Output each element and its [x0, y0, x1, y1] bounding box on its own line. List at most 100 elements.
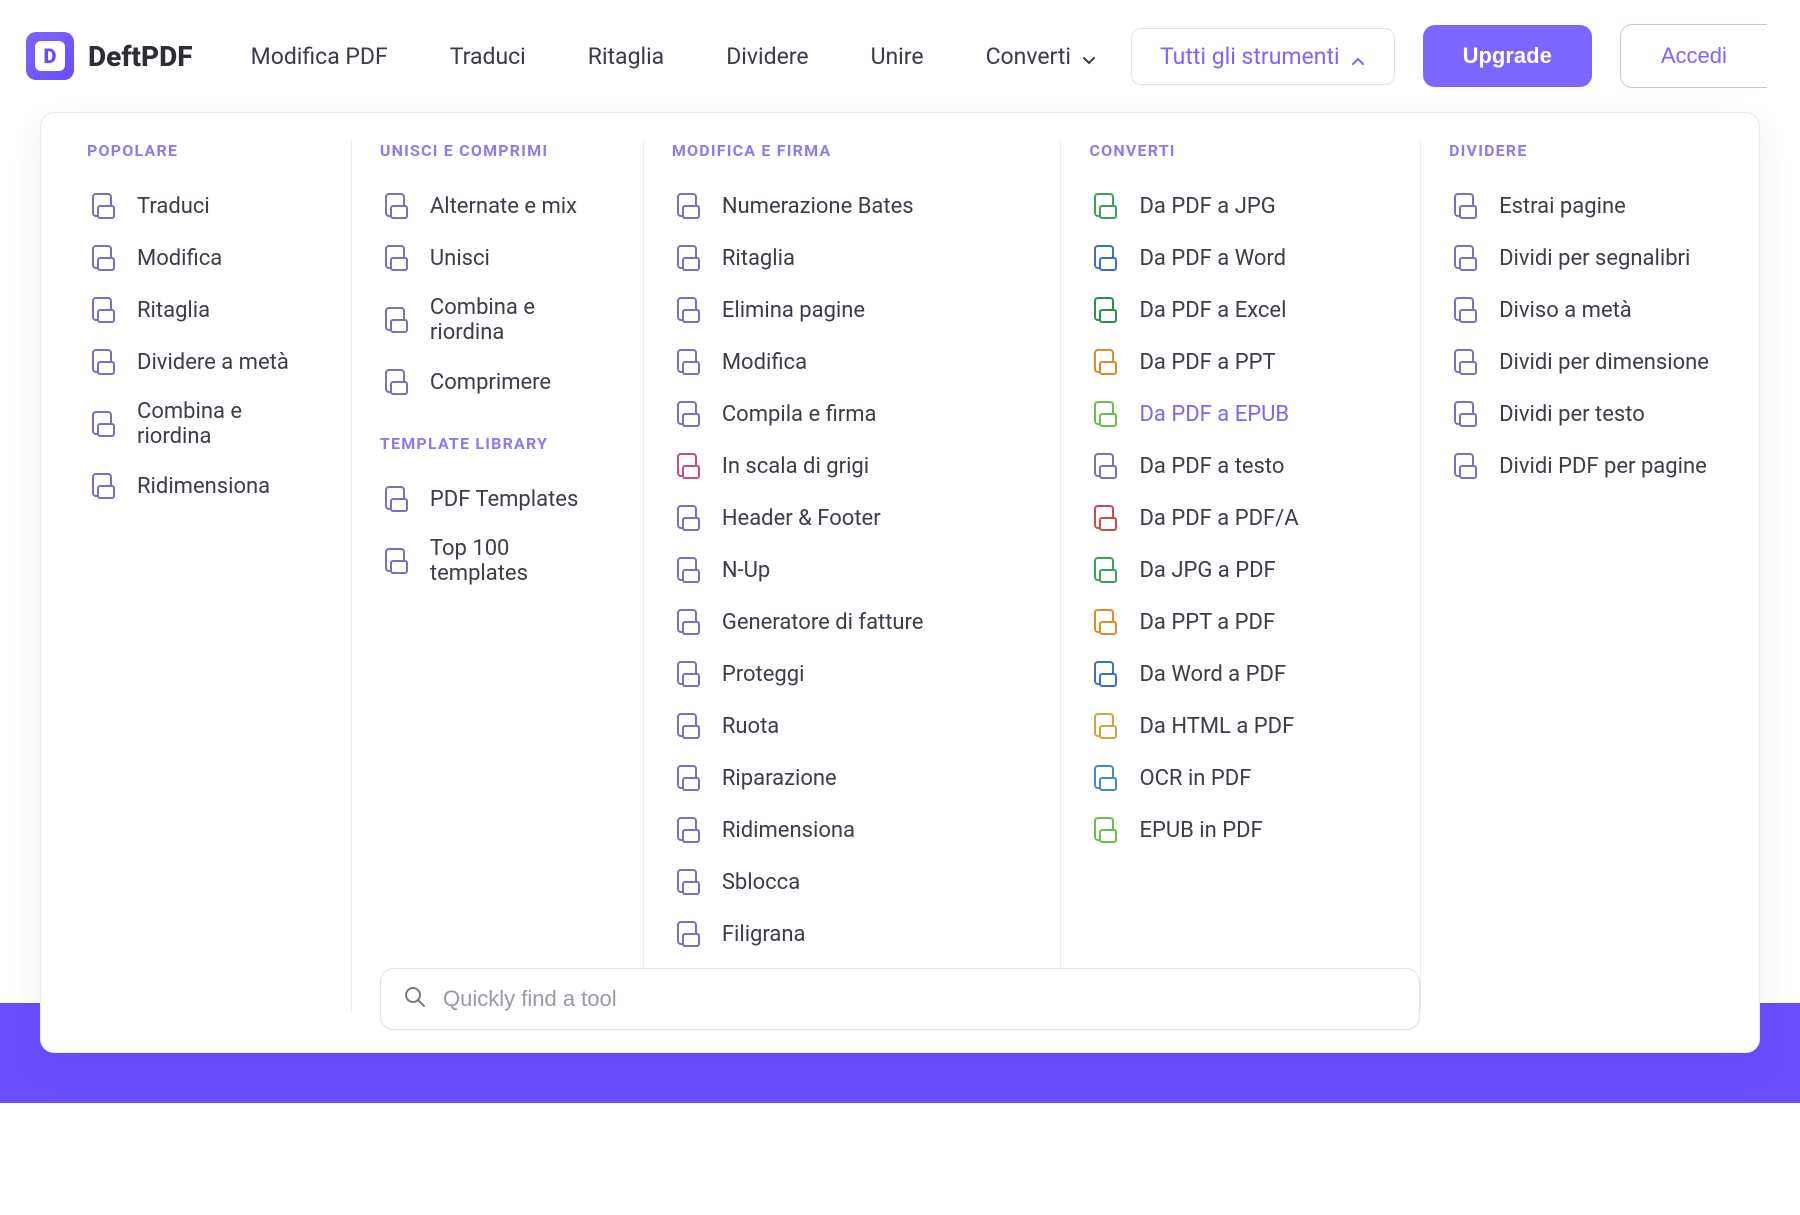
convert-item[interactable]: Da PDF a PDF/A [1089, 492, 1392, 544]
tool-label: Dividi PDF per pagine [1499, 454, 1707, 479]
tool-label: Dividi per dimensione [1499, 350, 1709, 375]
convert-item[interactable]: Da HTML a PDF [1089, 700, 1392, 752]
split-item[interactable]: Dividi per testo [1449, 388, 1713, 440]
tool-icon [1091, 347, 1121, 377]
edit-sign-item[interactable]: Compila e firma [672, 388, 1033, 440]
tool-label: Da PDF a Excel [1139, 298, 1286, 323]
popular-item[interactable]: Dividere a metà [87, 336, 323, 388]
search-input[interactable] [443, 986, 1397, 1012]
edit-sign-item[interactable]: Modifica [672, 336, 1033, 388]
template-item[interactable]: PDF Templates [380, 473, 615, 525]
tool-label: Dividi per testo [1499, 402, 1645, 427]
merge-compress-item[interactable]: Combina e riordina [380, 284, 615, 356]
edit-sign-item[interactable]: Filigrana [672, 908, 1033, 960]
main-nav: Modifica PDF Traduci Ritaglia Dividere U… [223, 28, 1395, 85]
convert-item[interactable]: Da PDF a testo [1089, 440, 1392, 492]
convert-item[interactable]: Da JPG a PDF [1089, 544, 1392, 596]
tool-icon [1091, 451, 1121, 481]
tool-icon [674, 191, 704, 221]
edit-sign-item[interactable]: Ridimensiona [672, 804, 1033, 856]
tool-icon [89, 243, 119, 273]
split-item[interactable]: Dividi per dimensione [1449, 336, 1713, 388]
convert-item[interactable]: Da PPT a PDF [1089, 596, 1392, 648]
tool-icon [1451, 451, 1481, 481]
convert-item[interactable]: Da PDF a JPG [1089, 180, 1392, 232]
convert-item[interactable]: Da Word a PDF [1089, 648, 1392, 700]
col-title-popular: POPOLARE [87, 141, 323, 160]
split-item[interactable]: Diviso a metà [1449, 284, 1713, 336]
tool-icon [1091, 763, 1121, 793]
tool-label: Traduci [137, 194, 210, 219]
nav-split[interactable]: Dividere [698, 29, 836, 84]
mega-columns: POPOLARE TraduciModificaRitagliaDividere… [59, 141, 1741, 1012]
convert-item[interactable]: OCR in PDF [1089, 752, 1392, 804]
tool-icon [674, 295, 704, 325]
convert-item[interactable]: Da PDF a Word [1089, 232, 1392, 284]
edit-sign-item[interactable]: Riparazione [672, 752, 1033, 804]
edit-sign-item[interactable]: Header & Footer [672, 492, 1033, 544]
search-icon [403, 985, 427, 1013]
tool-icon [674, 347, 704, 377]
convert-item[interactable]: EPUB in PDF [1089, 804, 1392, 856]
merge-compress-item[interactable]: Unisci [380, 232, 615, 284]
nav-crop[interactable]: Ritaglia [560, 29, 692, 84]
nav-merge[interactable]: Unire [843, 29, 952, 84]
tool-icon [89, 471, 119, 501]
tool-icon [1451, 191, 1481, 221]
tool-label: Unisci [430, 246, 490, 271]
login-button[interactable]: Accedi [1620, 24, 1767, 88]
nav-all-tools[interactable]: Tutti gli strumenti [1131, 28, 1395, 85]
nav-convert[interactable]: Converti [958, 29, 1125, 84]
edit-sign-item[interactable]: Sblocca [672, 856, 1033, 908]
edit-sign-item[interactable]: In scala di grigi [672, 440, 1033, 492]
tool-icon [1091, 711, 1121, 741]
col-title-merge-compress: UNISCI E COMPRIMI [380, 141, 615, 160]
col-merge-compress: UNISCI E COMPRIMI Alternate e mix Unisci C… [351, 141, 643, 1012]
edit-sign-item[interactable]: Generatore di fatture [672, 596, 1033, 648]
upgrade-button[interactable]: Upgrade [1423, 25, 1592, 87]
tool-icon [89, 191, 119, 221]
edit-sign-item[interactable]: Ruota [672, 700, 1033, 752]
edit-sign-item[interactable]: Proteggi [672, 648, 1033, 700]
tool-icon [1451, 295, 1481, 325]
tool-icon [674, 243, 704, 273]
brand-name[interactable]: DeftPDF [88, 40, 193, 73]
convert-item[interactable]: Da PDF a EPUB [1089, 388, 1392, 440]
popular-item[interactable]: Traduci [87, 180, 323, 232]
search-bar[interactable] [380, 968, 1420, 1030]
tool-label: Ruota [722, 714, 779, 739]
popular-item[interactable]: Ritaglia [87, 284, 323, 336]
split-item[interactable]: Dividi per segnalibri [1449, 232, 1713, 284]
tool-icon [674, 919, 704, 949]
convert-item[interactable]: Da PDF a PPT [1089, 336, 1392, 388]
nav-edit-pdf[interactable]: Modifica PDF [223, 29, 416, 84]
split-item[interactable]: Dividi PDF per pagine [1449, 440, 1713, 492]
merge-compress-item[interactable]: Alternate e mix [380, 180, 615, 232]
tool-icon [382, 305, 412, 335]
mega-menu: POPOLARE TraduciModificaRitagliaDividere… [40, 112, 1760, 1053]
logo-icon[interactable]: D [26, 32, 74, 80]
tool-label: Diviso a metà [1499, 298, 1632, 323]
tool-label: Generatore di fatture [722, 610, 924, 635]
popular-item[interactable]: Ridimensiona [87, 460, 323, 512]
edit-sign-item[interactable]: Elimina pagine [672, 284, 1033, 336]
tool-label: Ridimensiona [722, 818, 855, 843]
edit-sign-item[interactable]: Ritaglia [672, 232, 1033, 284]
popular-item[interactable]: Modifica [87, 232, 323, 284]
tool-label: Combina e riordina [430, 295, 613, 345]
tool-label: Da PDF a testo [1139, 454, 1284, 479]
tool-label: Da PDF a PPT [1139, 350, 1275, 375]
popular-item[interactable]: Combina e riordina [87, 388, 323, 460]
template-item[interactable]: Top 100 templates [380, 525, 615, 597]
tool-label: Header & Footer [722, 506, 881, 531]
split-item[interactable]: Estrai pagine [1449, 180, 1713, 232]
chevron-up-icon [1350, 48, 1366, 64]
merge-compress-item[interactable]: Comprimere [380, 356, 615, 408]
tool-icon [1091, 607, 1121, 637]
edit-sign-item[interactable]: Numerazione Bates [672, 180, 1033, 232]
edit-sign-item[interactable]: N-Up [672, 544, 1033, 596]
convert-item[interactable]: Da PDF a Excel [1089, 284, 1392, 336]
tool-label: Modifica [137, 246, 222, 271]
tool-icon [382, 243, 412, 273]
nav-translate[interactable]: Traduci [422, 29, 554, 84]
